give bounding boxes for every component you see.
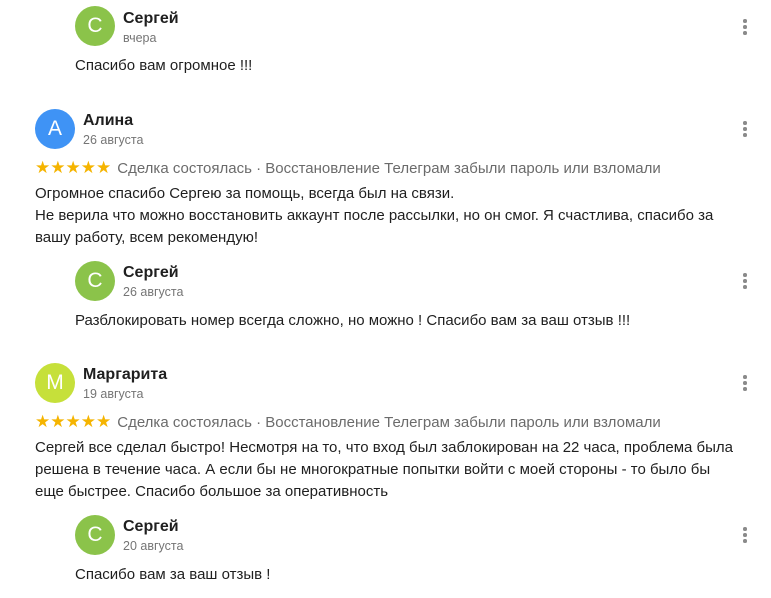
star-icon: ★ — [35, 412, 51, 431]
star-icon: ★ — [65, 158, 81, 177]
avatar: С — [75, 515, 115, 555]
review-date: 26 августа — [83, 133, 144, 147]
review-rating-row: ★ ★ ★ ★ ★ Сделка состоялась · Восстановл… — [35, 411, 661, 433]
review-text-line: Не верила что можно восстановить аккаунт… — [35, 207, 714, 224]
star-icon: ★ — [35, 158, 51, 177]
review-text-line: еще быстрее. Спасибо большое за оператив… — [35, 483, 389, 500]
reply-text: Спасибо вам огромное !!! — [75, 57, 253, 74]
reviews-list: С Сергей вчера Спасибо вам огромное !!! … — [0, 0, 771, 598]
review-author-name: Маргарита — [83, 366, 168, 383]
avatar: С — [75, 6, 115, 46]
more-options-icon[interactable] — [737, 271, 753, 291]
reply-text: Разблокировать номер всегда сложно, но м… — [75, 312, 631, 329]
rating-stars: ★ ★ ★ ★ ★ — [35, 158, 111, 178]
avatar: А — [35, 109, 75, 149]
more-options-icon[interactable] — [737, 525, 753, 545]
star-icon: ★ — [96, 412, 112, 431]
star-icon: ★ — [96, 158, 112, 177]
avatar: С — [75, 261, 115, 301]
star-icon: ★ — [65, 412, 81, 431]
reply-date: вчера — [123, 31, 157, 45]
rating-stars: ★ ★ ★ ★ ★ — [35, 412, 111, 432]
star-icon: ★ — [80, 158, 96, 177]
review-tags: Сделка состоялась · Восстановление Телег… — [117, 159, 661, 177]
reply-author-name: Сергей — [123, 518, 179, 535]
star-icon: ★ — [80, 412, 96, 431]
more-options-icon[interactable] — [737, 373, 753, 393]
more-options-icon[interactable] — [737, 119, 753, 139]
reply-author-name: Сергей — [123, 264, 179, 281]
reply-text: Спасибо вам за ваш отзыв ! — [75, 566, 271, 583]
review-text-line: Сергей все сделал быстро! Несмотря на то… — [35, 439, 733, 456]
avatar: М — [35, 363, 75, 403]
review-rating-row: ★ ★ ★ ★ ★ Сделка состоялась · Восстановл… — [35, 157, 661, 179]
star-icon: ★ — [50, 412, 66, 431]
review-text-line: Огромное спасибо Сергею за помощь, всегд… — [35, 185, 455, 202]
review-author-name: Алина — [83, 112, 134, 129]
star-icon: ★ — [50, 158, 66, 177]
review-tags: Сделка состоялась · Восстановление Телег… — [117, 413, 661, 431]
review-date: 19 августа — [83, 387, 144, 401]
reply-date: 20 августа — [123, 539, 184, 553]
reply-author-name: Сергей — [123, 10, 179, 27]
more-options-icon[interactable] — [737, 17, 753, 37]
review-text-line: решена в течение часа. А если бы не мног… — [35, 461, 711, 478]
review-text-line: вашу работу, всем рекомендую! — [35, 229, 258, 246]
reply-date: 26 августа — [123, 285, 184, 299]
